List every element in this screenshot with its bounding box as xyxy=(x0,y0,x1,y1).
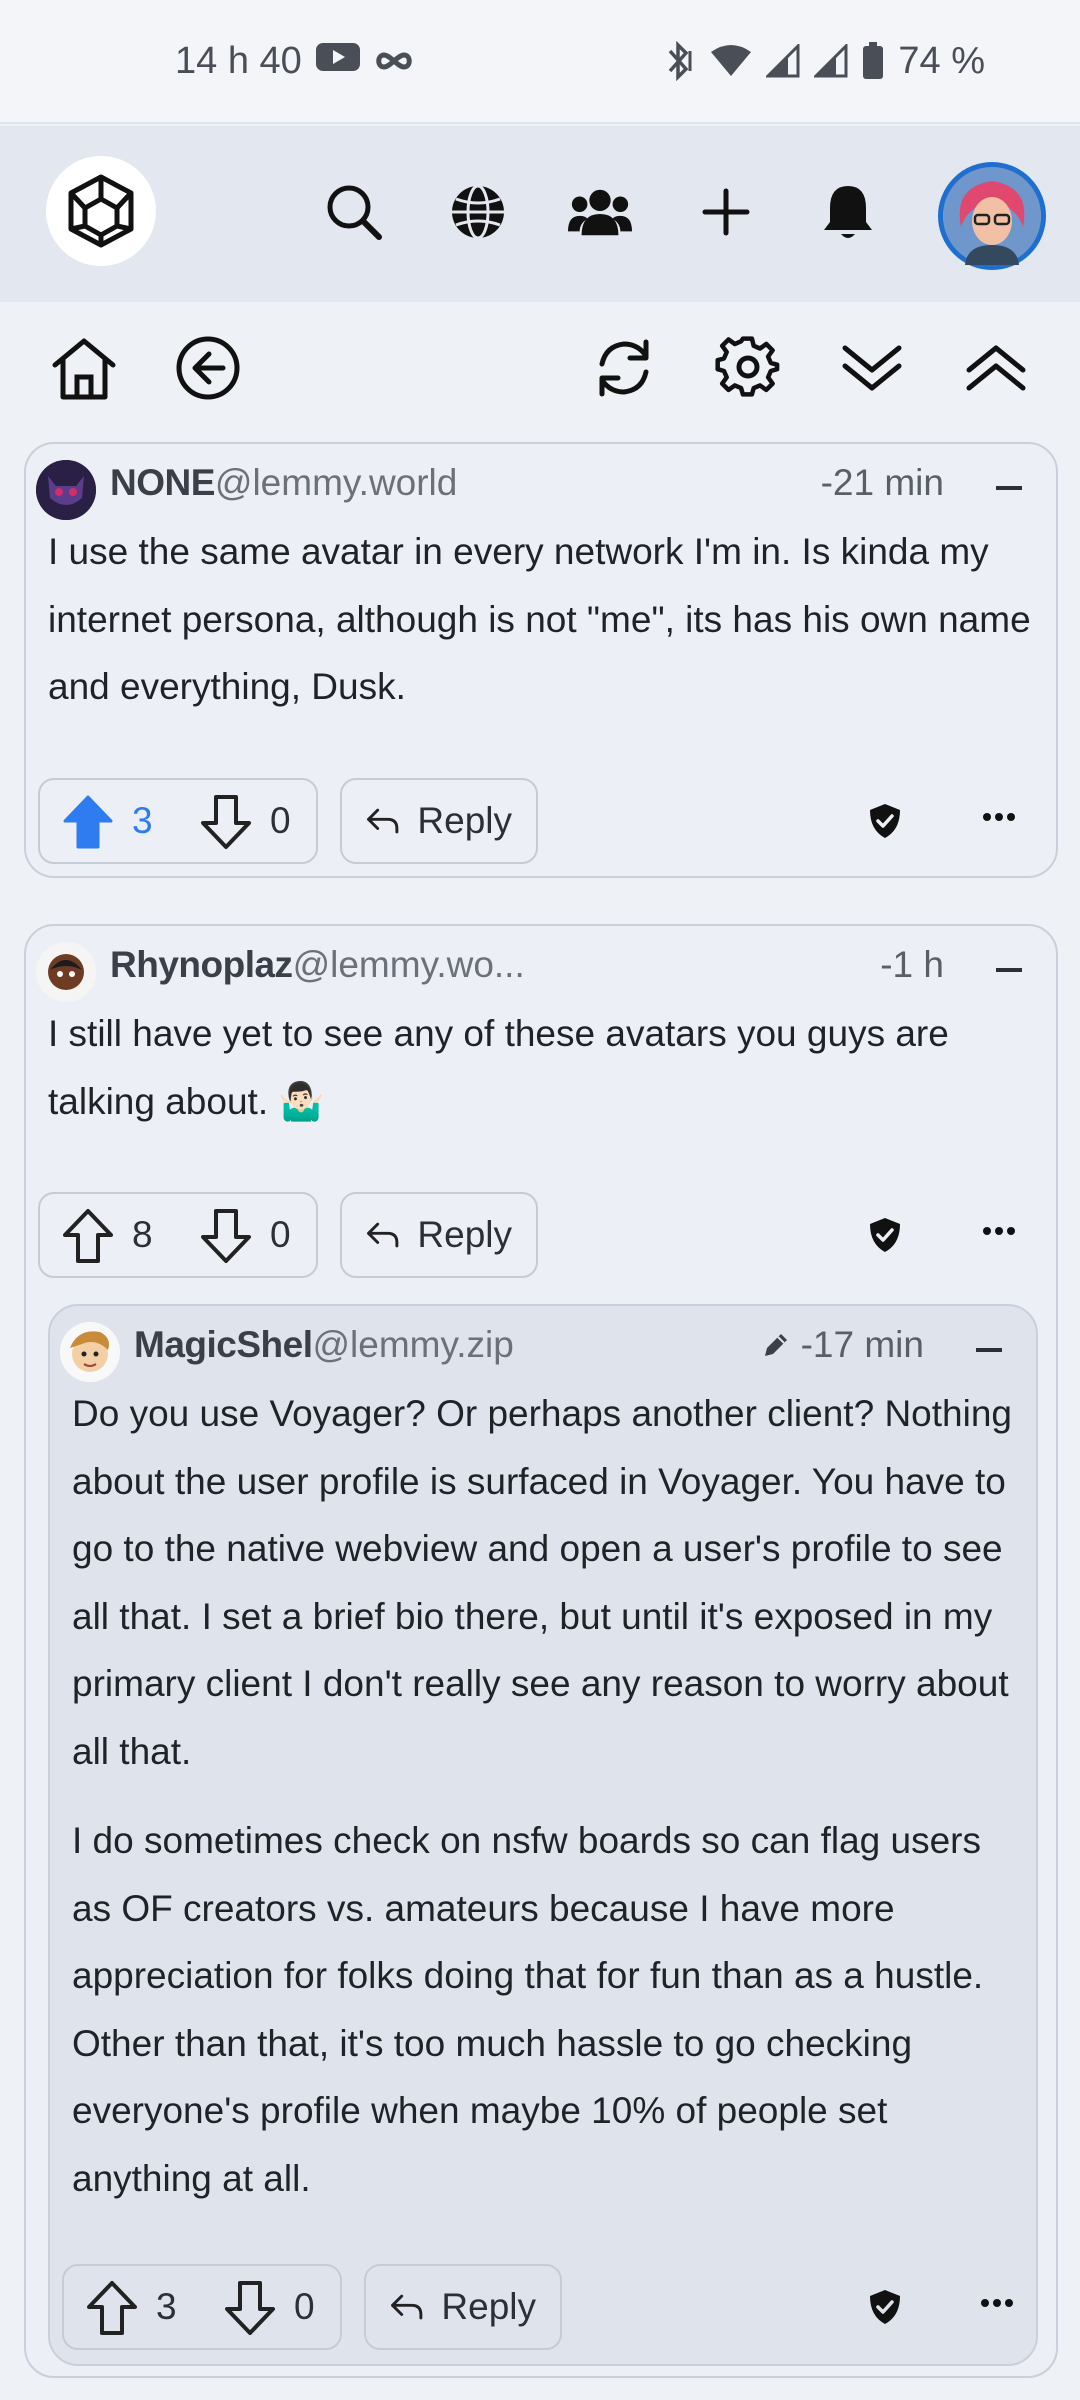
username[interactable]: MagicShel xyxy=(134,1324,313,1365)
downvote-icon[interactable] xyxy=(200,794,252,855)
avatar[interactable] xyxy=(36,942,96,1002)
collapse-icon[interactable] xyxy=(996,486,1022,490)
username[interactable]: NONE xyxy=(110,462,215,503)
vote-box: 3 0 xyxy=(38,778,318,864)
collapse-icon[interactable] xyxy=(976,1348,1002,1352)
settings-icon[interactable] xyxy=(712,332,784,404)
infinity-icon xyxy=(374,40,414,83)
comment-paragraph: I still have yet to see any of these ava… xyxy=(48,1013,949,1122)
upvote-icon[interactable] xyxy=(62,1208,114,1269)
collapse-all-icon[interactable] xyxy=(836,332,908,404)
signal-icon-1 xyxy=(766,44,800,78)
reply-icon xyxy=(391,2294,423,2320)
comment-card: NONE@lemmy.world -21 min I use the same … xyxy=(24,442,1058,878)
reply-icon xyxy=(367,808,399,834)
youtube-icon xyxy=(315,40,360,83)
downvote-count: 0 xyxy=(294,2286,315,2327)
comment-time: -17 min xyxy=(800,1324,924,1365)
downvote-icon[interactable] xyxy=(224,2280,276,2341)
post-toolbar xyxy=(0,302,1080,434)
community-icon[interactable] xyxy=(568,180,632,244)
edited-pencil-icon xyxy=(764,1334,787,1356)
profile-avatar[interactable] xyxy=(938,162,1046,270)
comment-body: I use the same avatar in every network I… xyxy=(48,518,1038,743)
reply-icon xyxy=(367,1222,399,1248)
nested-comment-card: MagicShel@lemmy.zip -17 min Do you use V… xyxy=(48,1304,1038,2366)
comment-body: I still have yet to see any of these ava… xyxy=(48,1000,1038,1157)
downvote-count: 0 xyxy=(270,800,291,841)
downvote-icon[interactable] xyxy=(200,1208,252,1269)
moderator-shield-icon[interactable] xyxy=(868,1216,902,1254)
status-left: 14 h 40 xyxy=(175,40,414,83)
upvote-count: 3 xyxy=(156,2286,177,2327)
search-icon[interactable] xyxy=(322,180,386,244)
home-icon[interactable] xyxy=(48,332,120,404)
comment-author[interactable]: MagicShel@lemmy.zip xyxy=(134,1324,514,1366)
vote-box: 8 0 xyxy=(38,1192,318,1278)
signal-icon-2 xyxy=(814,44,848,78)
status-right: 74 % xyxy=(662,40,985,83)
instance[interactable]: @lemmy.zip xyxy=(313,1324,514,1365)
upvote-icon[interactable] xyxy=(86,2280,138,2341)
wifi-icon xyxy=(710,44,752,78)
battery-percent: 74 % xyxy=(898,39,985,82)
back-icon[interactable] xyxy=(172,332,244,404)
comment-time: -1 h xyxy=(880,944,944,985)
globe-icon[interactable] xyxy=(446,180,510,244)
create-post-plus-icon[interactable] xyxy=(694,180,758,244)
reply-label: Reply xyxy=(417,1214,512,1255)
reply-label: Reply xyxy=(441,2286,536,2327)
comment-paragraph: Do you use Voyager? Or perhaps another c… xyxy=(72,1393,1012,1772)
comment-time: -21 min xyxy=(820,462,944,503)
comment-author[interactable]: Rhynoplaz@lemmy.wo... xyxy=(110,944,525,986)
avatar[interactable] xyxy=(36,460,96,520)
reply-button[interactable]: Reply xyxy=(364,2264,562,2350)
lemmy-logo-icon[interactable] xyxy=(46,156,156,266)
avatar[interactable] xyxy=(60,1322,120,1382)
comment-paragraph: I do sometimes check on nsfw boards so c… xyxy=(72,1820,984,2199)
more-options-icon[interactable] xyxy=(980,2298,1014,2308)
refresh-icon[interactable] xyxy=(588,332,660,404)
reply-label: Reply xyxy=(417,800,512,841)
reply-button[interactable]: Reply xyxy=(340,1192,538,1278)
comment-card: Rhynoplaz@lemmy.wo... -1 h I still have … xyxy=(24,924,1058,2378)
moderator-shield-icon[interactable] xyxy=(868,802,902,840)
top-navigation xyxy=(0,126,1080,302)
instance[interactable]: @lemmy.wo... xyxy=(293,944,525,985)
status-bar: 14 h 40 74 % xyxy=(0,0,1080,124)
comment-time-group: -17 min xyxy=(761,1324,924,1366)
comment-paragraph: I use the same avatar in every network I… xyxy=(48,531,1031,707)
upvote-icon[interactable] xyxy=(62,794,114,855)
bluetooth-icon xyxy=(662,41,696,81)
moderator-shield-icon[interactable] xyxy=(868,2288,902,2326)
upvote-count: 3 xyxy=(132,800,153,841)
expand-all-icon[interactable] xyxy=(960,332,1032,404)
username[interactable]: Rhynoplaz xyxy=(110,944,293,985)
instance[interactable]: @lemmy.world xyxy=(215,462,457,503)
battery-icon xyxy=(862,42,884,80)
clock: 14 h 40 xyxy=(175,39,302,82)
more-options-icon[interactable] xyxy=(982,812,1016,822)
more-options-icon[interactable] xyxy=(982,1226,1016,1236)
comment-author[interactable]: NONE@lemmy.world xyxy=(110,462,457,504)
vote-box: 3 0 xyxy=(62,2264,342,2350)
reply-button[interactable]: Reply xyxy=(340,778,538,864)
upvote-count: 8 xyxy=(132,1214,153,1255)
collapse-icon[interactable] xyxy=(996,968,1022,972)
comment-body: Do you use Voyager? Or perhaps another c… xyxy=(72,1380,1018,2234)
downvote-count: 0 xyxy=(270,1214,291,1255)
bell-icon[interactable] xyxy=(816,180,880,244)
